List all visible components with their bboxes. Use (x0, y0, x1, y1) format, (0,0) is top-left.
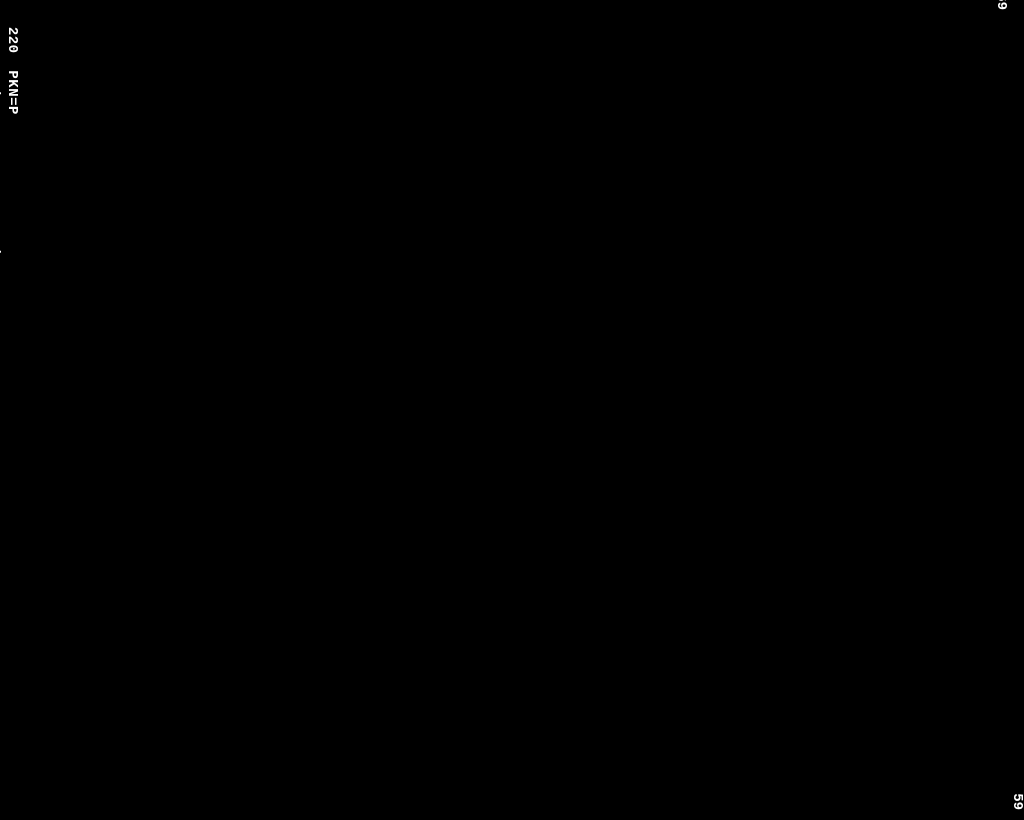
code-text: IF(I.NE.1.AND.J.EQ.1) GC TO 222 (0, 70, 3, 355)
code-line: IF(I.NE.1.AND.J.EQ.1) GC TO 222 (0, 20, 3, 533)
page-number: 59 (1009, 793, 1024, 810)
code-line: 220 PKN=P (3, 20, 21, 533)
line-number: 220 (3, 20, 21, 54)
code-listing: 220PKN=PIF(I.NE.1.AND.J.EQ.1) GC TO 222F… (0, 20, 20, 533)
code-text: PKN=P (3, 70, 21, 115)
page-header: 14/0 -69 (993, 0, 1009, 10)
